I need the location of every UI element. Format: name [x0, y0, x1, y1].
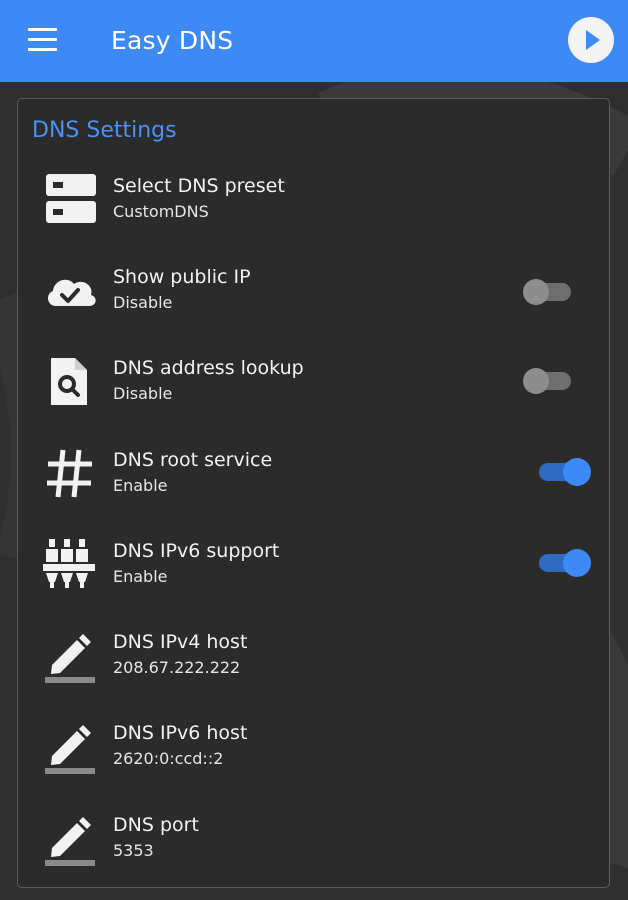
edit-pencil-icon: [45, 634, 95, 683]
hamburger-menu-icon-bar: [28, 48, 57, 51]
setting-title: Select DNS preset: [113, 175, 285, 197]
cloud-check-icon: [47, 279, 96, 306]
hash-icon: [47, 449, 92, 498]
start-button[interactable]: [568, 17, 614, 63]
edit-pencil-icon: [45, 725, 95, 774]
setting-value: 2620:0:ccd::2: [113, 749, 224, 768]
file-search-icon: [51, 358, 87, 405]
dns-root-service-toggle[interactable]: [533, 454, 595, 490]
setting-title: DNS port: [113, 814, 199, 836]
setting-dns-ipv6-host[interactable]: DNS IPv6 host 2620:0:ccd::2: [18, 720, 609, 808]
dns-ipv6-support-toggle[interactable]: [533, 545, 595, 581]
setting-value: Enable: [113, 476, 168, 495]
setting-dns-address-lookup[interactable]: DNS address lookup Disable: [18, 355, 609, 443]
setting-dns-ipv4-host[interactable]: DNS IPv4 host 208.67.222.222: [18, 629, 609, 717]
toggle-knob: [523, 368, 549, 394]
setting-title: DNS IPv4 host: [113, 631, 248, 653]
edit-pencil-icon: [45, 817, 95, 866]
setting-dns-port[interactable]: DNS port 5353: [18, 812, 609, 900]
dns-settings-card: DNS Settings Select DNS preset CustomDNS…: [17, 98, 610, 888]
toggle-knob: [563, 458, 591, 486]
play-icon: [586, 30, 600, 50]
setting-title: DNS IPv6 support: [113, 540, 280, 562]
hamburger-menu-icon-bar: [28, 38, 57, 41]
server-list-icon: [46, 174, 96, 223]
setting-value: 208.67.222.222: [113, 658, 241, 677]
setting-value: Disable: [113, 384, 173, 403]
setting-title: DNS address lookup: [113, 357, 304, 379]
setting-value: Enable: [113, 567, 168, 586]
setting-dns-root-service[interactable]: DNS root service Enable: [18, 447, 609, 535]
setting-dns-ipv6-support[interactable]: DNS IPv6 support Enable: [18, 538, 609, 626]
section-title: DNS Settings: [32, 118, 177, 143]
dns-address-lookup-toggle[interactable]: [523, 363, 585, 399]
setting-select-dns-preset[interactable]: Select DNS preset CustomDNS: [18, 173, 609, 261]
show-public-ip-toggle[interactable]: [523, 274, 585, 310]
setting-value: CustomDNS: [113, 202, 209, 221]
setting-show-public-ip[interactable]: Show public IP Disable: [18, 264, 609, 352]
setting-value: Disable: [113, 293, 173, 312]
setting-title: DNS root service: [113, 449, 273, 471]
app-title: Easy DNS: [111, 26, 234, 55]
hamburger-menu-icon: [28, 28, 57, 31]
setting-value: 5353: [113, 841, 154, 860]
setting-title: Show public IP: [113, 266, 251, 288]
setting-title: DNS IPv6 host: [113, 722, 248, 744]
menu-button[interactable]: [26, 25, 60, 55]
ethernet-ports-icon: [43, 539, 95, 588]
app-bar: Easy DNS: [0, 0, 628, 82]
toggle-knob: [523, 279, 549, 305]
toggle-knob: [563, 549, 591, 577]
